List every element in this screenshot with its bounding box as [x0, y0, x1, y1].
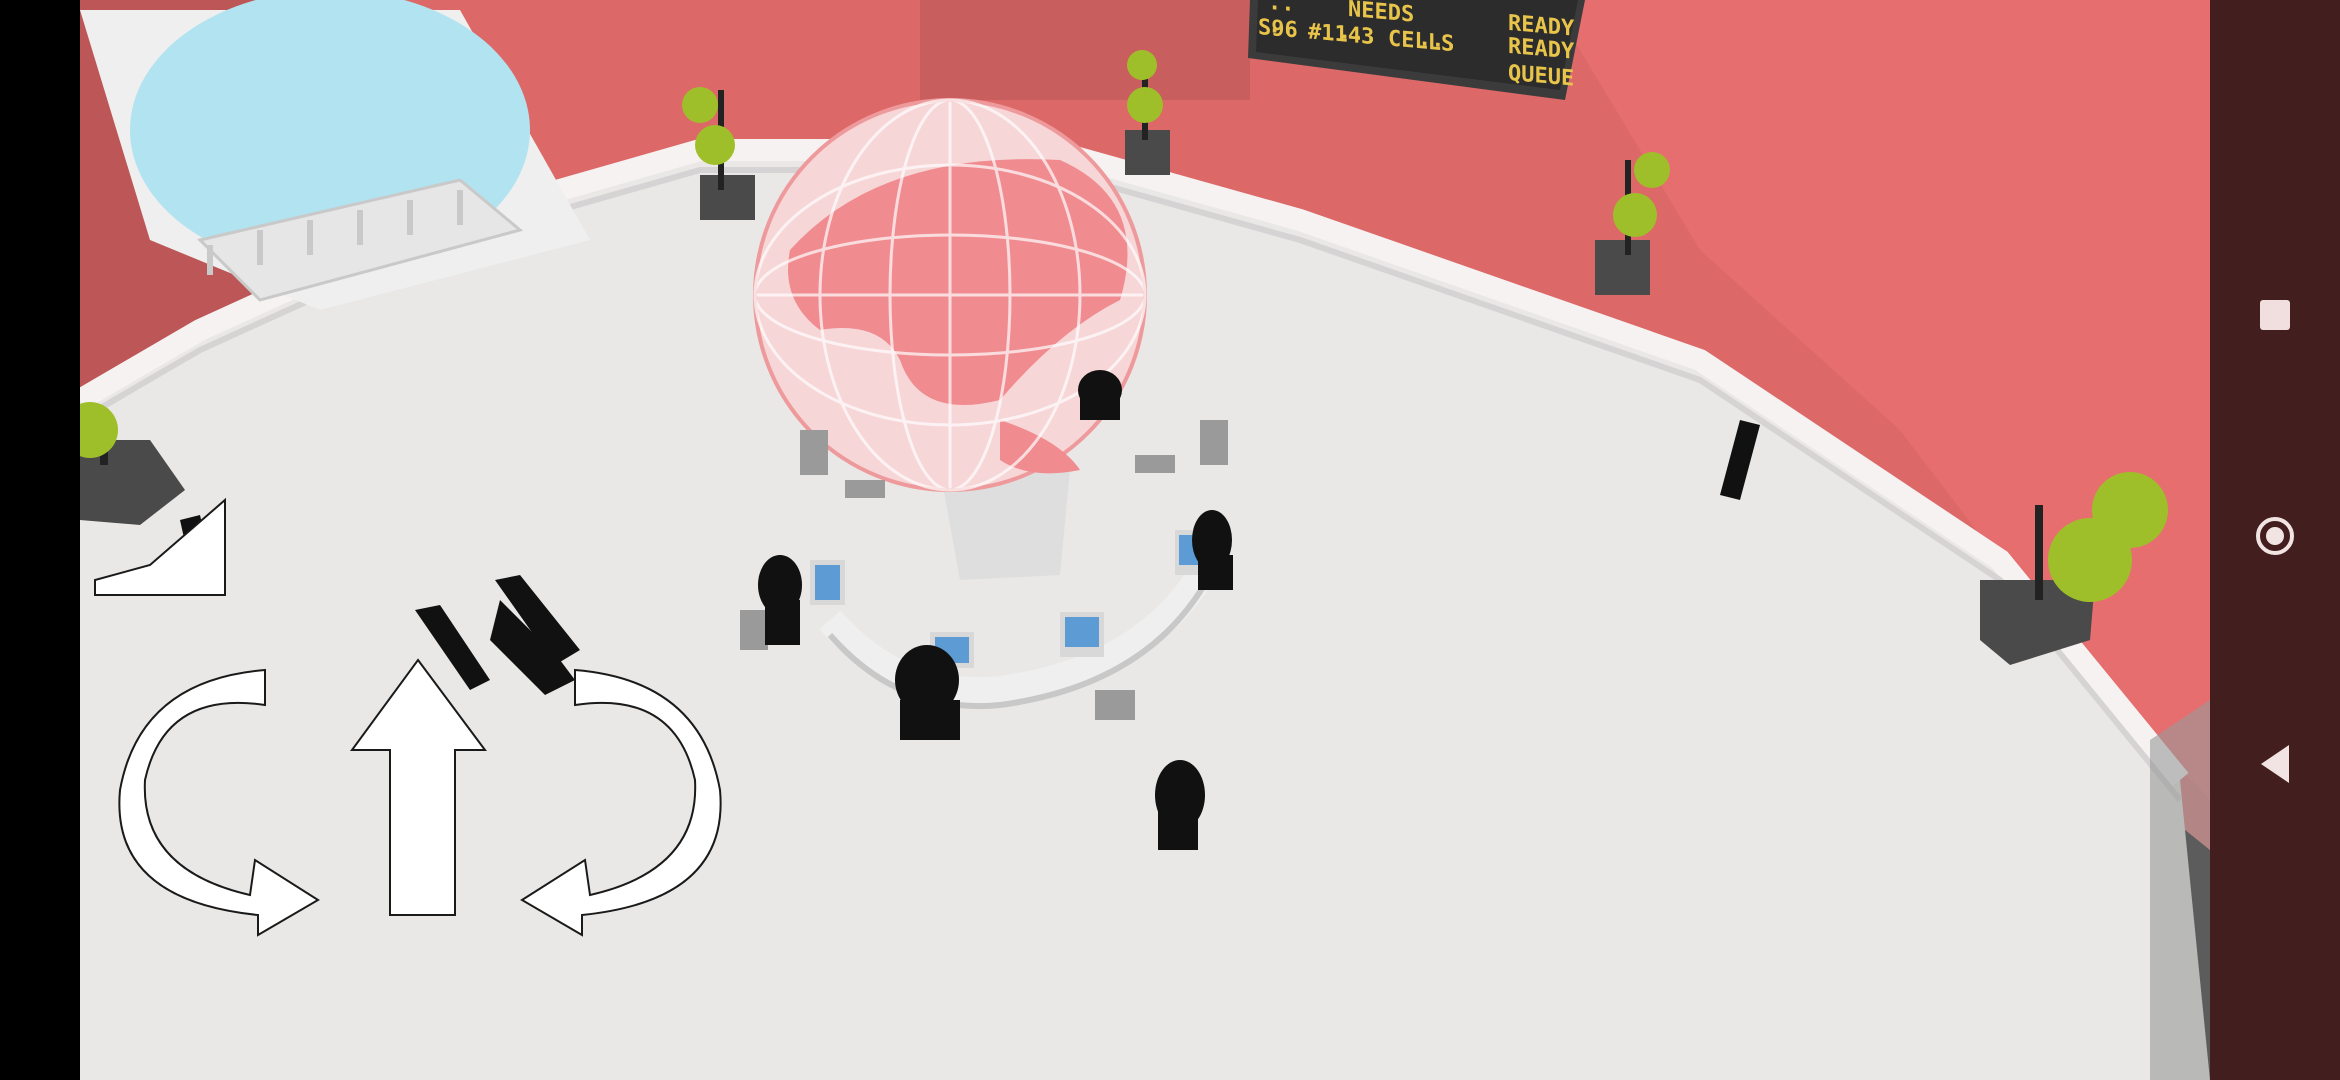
corner-shadow [2150, 700, 2210, 1080]
triangle-back-icon[interactable] [2261, 745, 2289, 783]
wall-panel [920, 0, 1250, 100]
system-navigation-bar [2210, 0, 2340, 1080]
laptop [1060, 612, 1104, 657]
laptop [810, 560, 845, 605]
game-screen: .. NEEDS READY .. ... ... READY S96 #114… [0, 0, 2340, 1080]
board-row3-code: S96 [1258, 15, 1298, 43]
circle-icon[interactable] [2256, 517, 2294, 555]
game-scene: .. NEEDS READY .. ... ... READY S96 #114… [62, 0, 2210, 1080]
left-bezel [0, 0, 80, 1080]
square-icon[interactable] [2260, 300, 2290, 330]
